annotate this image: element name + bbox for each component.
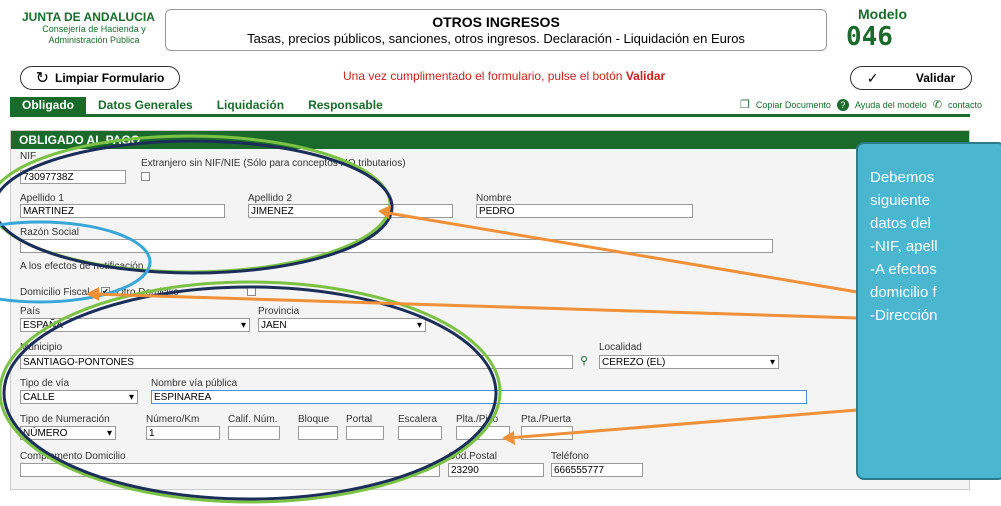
arrow-domicilio [91,292,858,320]
arrow-direccion-head [502,431,515,445]
ellipse-notificacion-blue [0,220,152,304]
arrow-nombre-head [378,205,391,219]
ellipse-nombre-green [0,134,392,274]
annotation-overlay [0,134,858,504]
arrow-nombre [381,210,858,294]
callout-line: -A efectos [870,261,937,278]
callout-line: Debemos [870,169,935,186]
callout-line: -Dirección [870,307,938,324]
annotation-callout: Debemos siguiente datos del -NIF, apell … [856,142,1001,480]
ellipse-nombre-navy [0,139,394,275]
ellipse-direccion-navy [2,285,498,501]
callout-line: -NIF, apell [870,238,938,255]
callout-line: siguiente [870,192,931,209]
arrow-direccion [507,408,858,440]
callout-line: domicilio f [870,284,937,301]
callout-line: datos del [870,215,931,232]
